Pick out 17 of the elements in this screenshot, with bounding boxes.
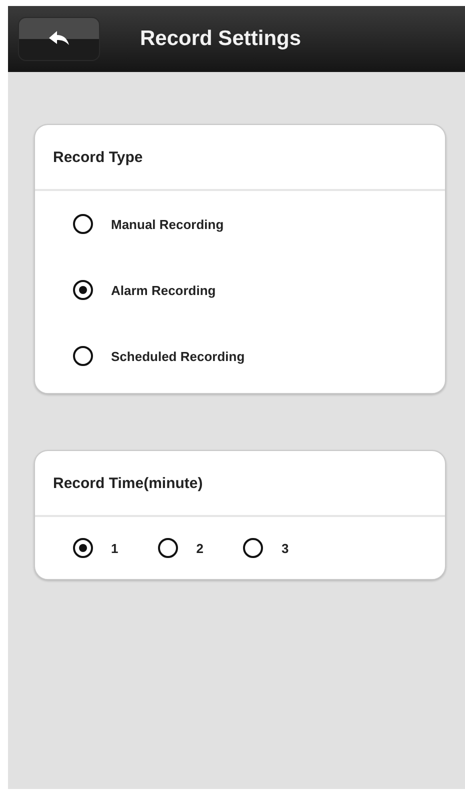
radio-button[interactable] [158, 538, 178, 558]
back-button[interactable] [18, 17, 100, 61]
radio-button[interactable] [243, 538, 264, 558]
section-title: Record Type [35, 125, 445, 191]
radio-button[interactable] [73, 346, 93, 366]
section-title: Record Time(minute) [35, 451, 445, 517]
option-label[interactable]: Scheduled Recording [111, 348, 245, 364]
option-label[interactable]: 3 [281, 540, 289, 556]
radio-button[interactable] [73, 214, 93, 234]
option-label[interactable]: Manual Recording [111, 216, 224, 232]
option-label[interactable]: Alarm Recording [111, 282, 216, 298]
radio-button[interactable] [73, 538, 93, 558]
option-label[interactable]: 1 [111, 540, 118, 556]
radio-button[interactable] [73, 280, 93, 300]
screen-title: Record Settings [140, 27, 302, 51]
option-label[interactable]: 2 [196, 540, 204, 556]
back-arrow-icon [49, 31, 69, 47]
